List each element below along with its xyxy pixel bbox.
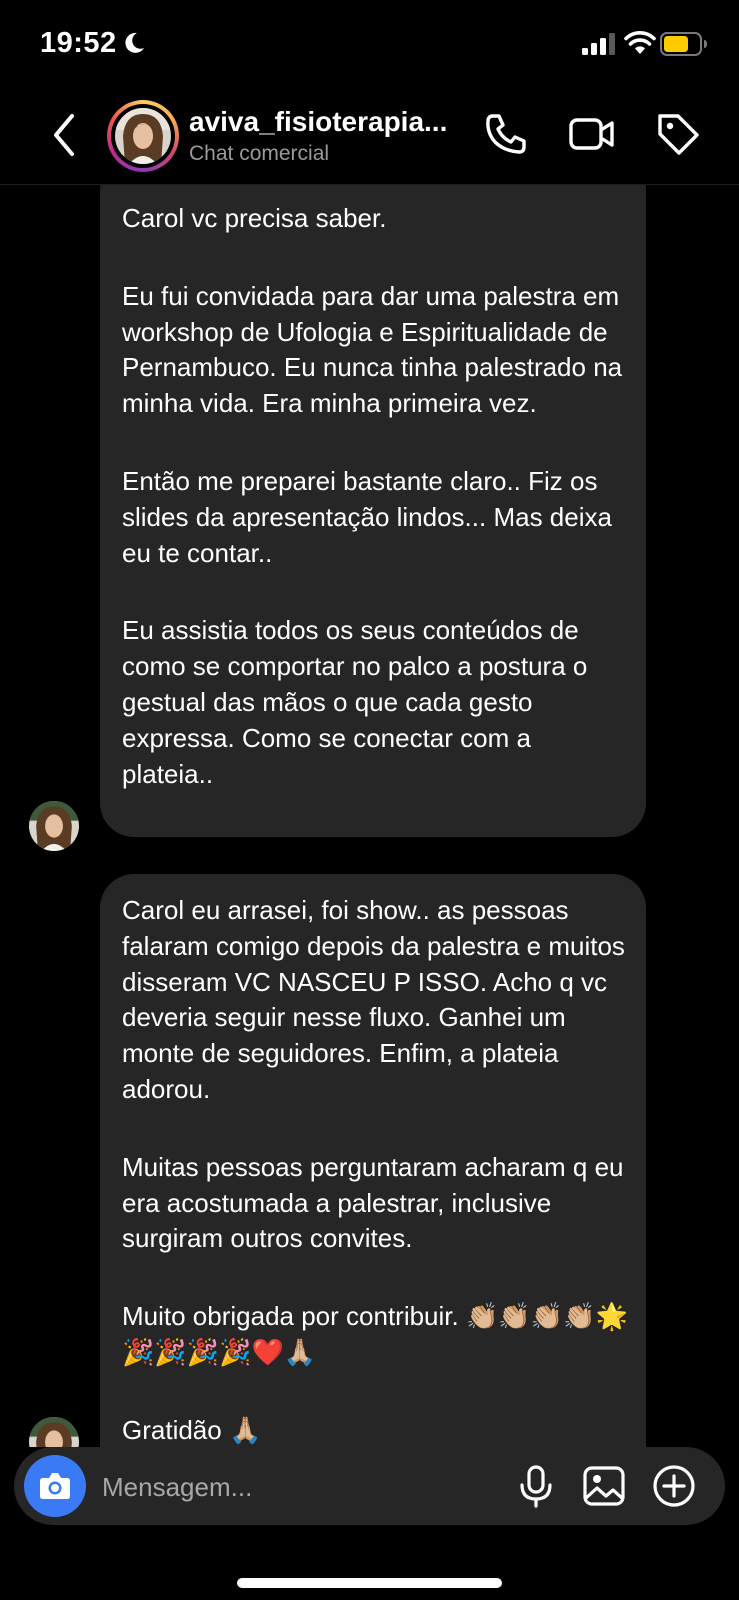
- back-chevron-icon[interactable]: [46, 110, 84, 160]
- message-bubble[interactable]: Carol vc precisa saber. Eu fui convidada…: [100, 185, 646, 837]
- message-bubble[interactable]: Carol eu arrasei, foi show.. as pessoas …: [100, 874, 646, 1447]
- status-time: 19:52: [40, 27, 117, 59]
- message-paragraph: Carol eu arrasei, foi show.. as pessoas …: [122, 895, 625, 1104]
- message-thread[interactable]: Carol vc precisa saber. Eu fui convidada…: [0, 185, 739, 1447]
- microphone-icon[interactable]: [514, 1464, 558, 1508]
- signal-icon: [582, 33, 615, 55]
- message-paragraph: Muito obrigada por contribuir. 👏🏼👏🏼👏🏼👏🏼🌟…: [122, 1301, 628, 1367]
- camera-icon: [40, 1473, 70, 1499]
- video-camera-icon[interactable]: [568, 110, 616, 158]
- status-bar: 19:52: [0, 0, 739, 92]
- message-input[interactable]: [100, 1463, 494, 1511]
- home-indicator[interactable]: [237, 1578, 502, 1588]
- contact-subtitle: Chat comercial: [189, 142, 330, 165]
- sender-avatar[interactable]: [29, 801, 79, 851]
- tag-icon[interactable]: [654, 110, 702, 158]
- camera-button[interactable]: [24, 1455, 86, 1517]
- plus-circle-icon[interactable]: [652, 1464, 696, 1508]
- image-icon[interactable]: [582, 1464, 626, 1508]
- header-avatar[interactable]: [107, 100, 179, 172]
- message-paragraph: Carol vc precisa saber.: [122, 203, 387, 233]
- message-paragraph: Muitas pessoas perguntaram acharam q eu …: [122, 1151, 624, 1254]
- message-composer: [14, 1447, 725, 1525]
- message-paragraph: Gratidão 🙏🏼: [122, 1414, 262, 1445]
- sender-avatar[interactable]: [29, 1417, 79, 1447]
- phone-icon[interactable]: [482, 110, 530, 158]
- battery-icon: [660, 32, 707, 56]
- message-paragraph: Então me preparei bastante claro.. Fiz o…: [122, 465, 612, 568]
- moon-icon: [125, 32, 144, 53]
- contact-name[interactable]: aviva_fisioterapia...: [189, 106, 469, 138]
- profile-photo: [115, 108, 171, 164]
- sender-photo: [29, 801, 79, 851]
- sender-photo: [29, 1417, 79, 1447]
- chat-header: aviva_fisioterapia... Chat comercial: [0, 92, 739, 185]
- wifi-icon: [624, 31, 656, 54]
- message-paragraph: Eu fui convidada para dar uma palestra e…: [122, 280, 623, 419]
- message-paragraph: Eu assistia todos os seus conteúdos de c…: [122, 615, 588, 789]
